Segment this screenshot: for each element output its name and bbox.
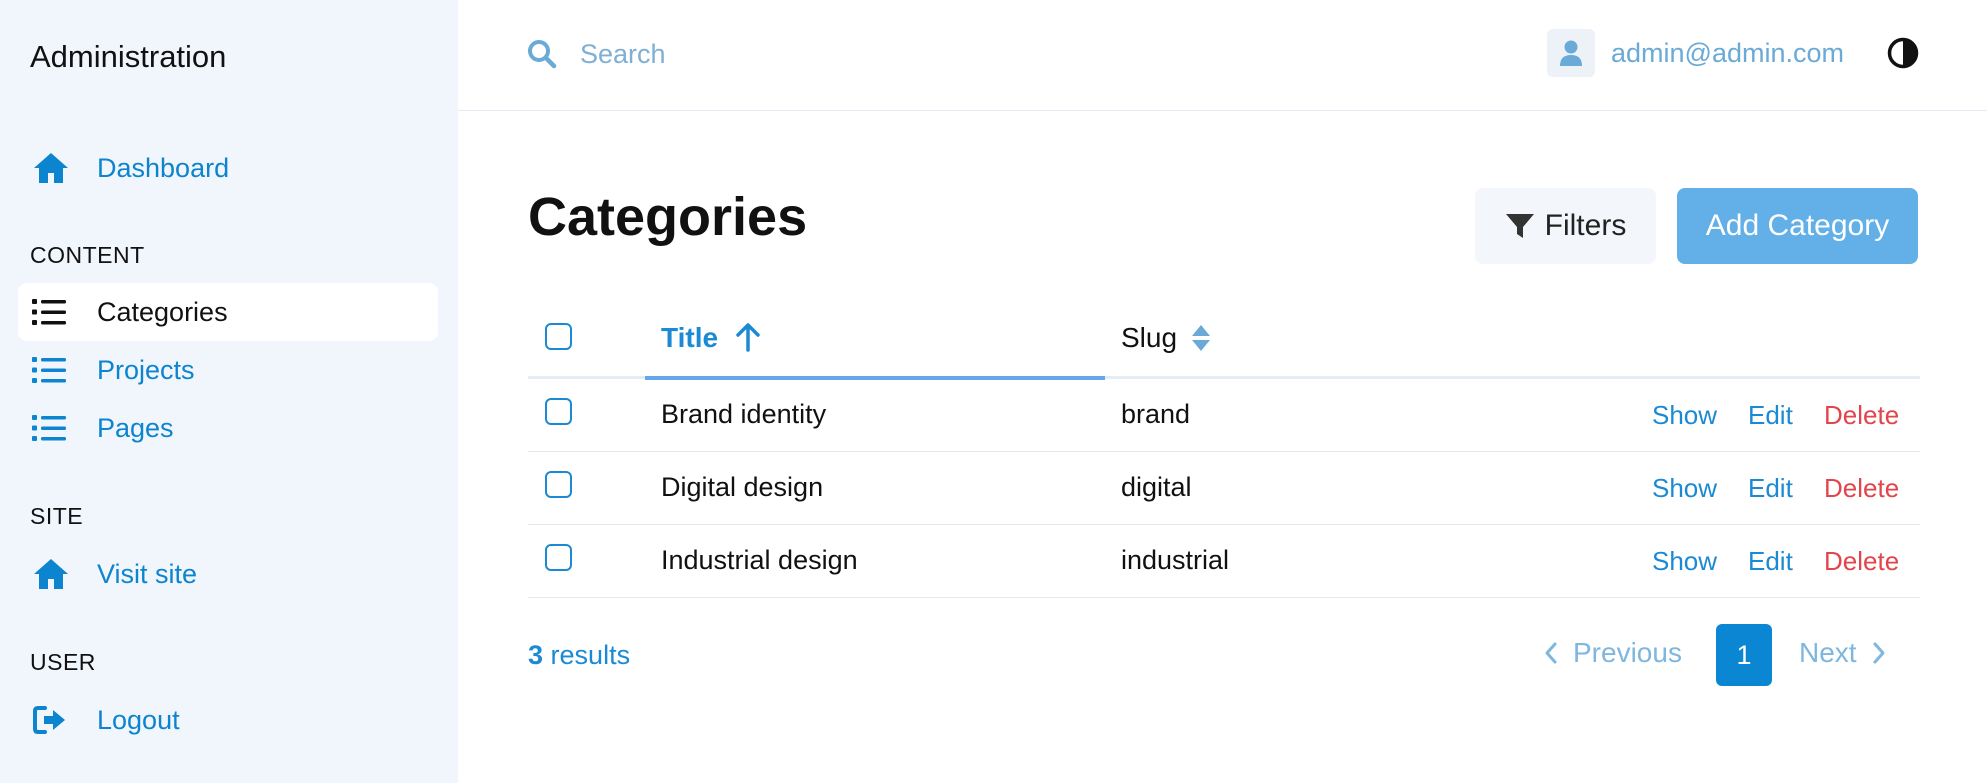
results-number: 3 <box>528 640 544 670</box>
sidebar: Administration Dashboard CONTENT Categor… <box>0 0 458 783</box>
column-header-slug[interactable]: Slug <box>1121 322 1211 354</box>
column-header-title[interactable]: Title <box>645 300 1105 380</box>
delete-link[interactable]: Delete <box>1824 546 1899 577</box>
user-email[interactable]: admin@admin.com <box>1611 38 1844 69</box>
show-link[interactable]: Show <box>1652 546 1717 577</box>
sort-icon <box>1191 324 1211 352</box>
topbar: admin@admin.com <box>458 0 1987 111</box>
sidebar-item-projects[interactable]: Projects <box>18 341 438 399</box>
sidebar-item-categories[interactable]: Categories <box>18 283 438 341</box>
column-header-label: Slug <box>1121 322 1178 353</box>
next-label: Next <box>1799 637 1857 668</box>
search-input[interactable] <box>578 32 962 76</box>
list-icon <box>32 414 66 442</box>
sidebar-item-label: Projects <box>97 354 195 385</box>
home-icon <box>32 151 70 185</box>
edit-link[interactable]: Edit <box>1748 473 1793 504</box>
sidebar-item-pages[interactable]: Pages <box>18 399 438 457</box>
table-header: Title Slug <box>528 300 1920 380</box>
filter-icon <box>1505 212 1535 240</box>
edit-link[interactable]: Edit <box>1748 400 1793 431</box>
sidebar-item-label: Visit site <box>97 558 198 589</box>
column-header-label: Title <box>661 322 719 353</box>
next-page-button[interactable]: Next <box>1799 637 1887 669</box>
delete-link[interactable]: Delete <box>1824 473 1899 504</box>
sidebar-item-label: Categories <box>97 296 228 327</box>
section-label-content: CONTENT <box>30 242 145 268</box>
cell-slug: brand <box>1121 399 1191 429</box>
chevron-left-icon <box>1543 641 1559 665</box>
cell-title: Industrial design <box>661 545 858 575</box>
show-link[interactable]: Show <box>1652 473 1717 504</box>
sidebar-item-dashboard[interactable]: Dashboard <box>18 139 438 197</box>
sidebar-item-logout[interactable]: Logout <box>18 691 438 749</box>
section-label-site: SITE <box>30 503 84 529</box>
add-category-button[interactable]: Add Category <box>1677 188 1918 264</box>
section-label-user: USER <box>30 649 96 675</box>
row-checkbox[interactable] <box>545 398 572 425</box>
list-icon <box>32 356 66 384</box>
cell-title: Brand identity <box>661 399 827 429</box>
table-row: Digital design digital Show Edit Delete <box>528 452 1920 525</box>
brand-title: Administration <box>30 39 227 74</box>
theme-toggle-icon[interactable] <box>1887 37 1919 69</box>
show-link[interactable]: Show <box>1652 400 1717 431</box>
row-checkbox[interactable] <box>545 471 572 498</box>
logout-icon <box>32 704 68 736</box>
sidebar-item-label: Pages <box>97 412 174 443</box>
sidebar-item-label: Logout <box>97 704 180 735</box>
table-row: Industrial design industrial Show Edit D… <box>528 525 1920 598</box>
user-icon <box>1559 39 1583 67</box>
search-icon <box>527 39 557 69</box>
sidebar-item-label: Dashboard <box>97 152 230 183</box>
table-row: Brand identity brand Show Edit Delete <box>528 379 1920 452</box>
results-count: 3 results <box>528 640 630 671</box>
page-number-button[interactable]: 1 <box>1716 624 1772 686</box>
avatar[interactable] <box>1547 29 1595 77</box>
cell-slug: industrial <box>1121 545 1230 575</box>
results-label: results <box>550 640 631 670</box>
previous-page-button[interactable]: Previous <box>1543 637 1682 669</box>
cell-title: Digital design <box>661 472 824 502</box>
filters-button-label: Filters <box>1544 209 1627 242</box>
delete-link[interactable]: Delete <box>1824 400 1899 431</box>
chevron-right-icon <box>1871 641 1887 665</box>
cell-slug: digital <box>1121 472 1192 502</box>
sidebar-item-visit-site[interactable]: Visit site <box>18 545 438 603</box>
home-icon <box>32 557 70 591</box>
edit-link[interactable]: Edit <box>1748 546 1793 577</box>
list-icon <box>32 298 66 326</box>
select-all-checkbox[interactable] <box>545 323 572 350</box>
page-title: Categories <box>528 187 808 247</box>
categories-table: Title Slug Brand identity brand Show Edi… <box>528 300 1920 598</box>
row-checkbox[interactable] <box>545 544 572 571</box>
filters-button[interactable]: Filters <box>1475 188 1656 264</box>
arrow-up-icon <box>735 322 761 352</box>
previous-label: Previous <box>1573 637 1682 668</box>
